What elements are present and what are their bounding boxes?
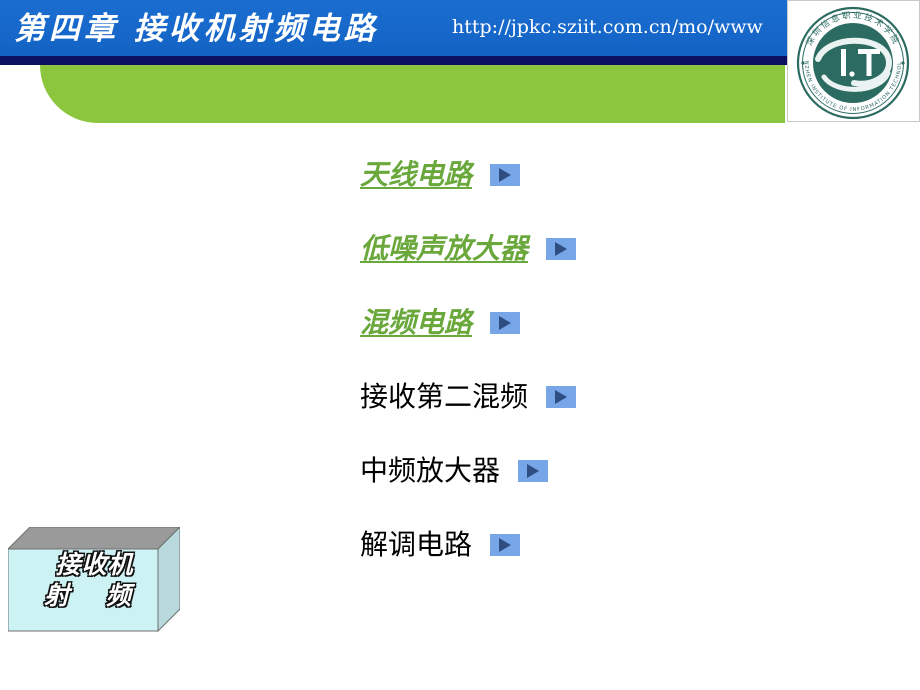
menu-item-second-mixer[interactable]: 接收第二混频 — [360, 360, 780, 434]
play-icon[interactable] — [546, 238, 577, 260]
menu-item-label[interactable]: 中频放大器 — [360, 456, 500, 486]
play-icon[interactable] — [490, 534, 521, 556]
sziit-seal-icon: 深圳信息职业技术学院 SHENZHEN INSTITUTE OF INFORMA… — [788, 1, 910, 120]
menu-item-if-amplifier[interactable]: 中频放大器 — [360, 434, 780, 508]
menu-item-label[interactable]: 混频电路 — [360, 308, 472, 338]
play-icon[interactable] — [490, 164, 521, 186]
play-icon[interactable] — [518, 460, 549, 482]
header-rule — [0, 56, 920, 65]
menu-item-label[interactable]: 接收第二混频 — [360, 382, 528, 412]
play-icon[interactable] — [546, 386, 577, 408]
institution-logo: 深圳信息职业技术学院 SHENZHEN INSTITUTE OF INFORMA… — [787, 0, 920, 122]
menu-item-antenna-circuit[interactable]: 天线电路 — [360, 138, 780, 212]
cube-shape-icon — [8, 527, 180, 632]
course-site-url: http://jpkc.sziit.com.cn/mo/www — [452, 16, 763, 38]
green-banner — [40, 65, 785, 123]
slide-canvas: 第四章 接收机射频电路 http://jpkc.sziit.com.cn/mo/… — [0, 0, 920, 690]
menu-item-label[interactable]: 低噪声放大器 — [360, 234, 528, 264]
menu-item-demodulator-circuit[interactable]: 解调电路 — [360, 508, 780, 582]
page-title: 第四章 接收机射频电路 — [14, 11, 379, 47]
menu-item-low-noise-amplifier[interactable]: 低噪声放大器 — [360, 212, 780, 286]
menu-item-label[interactable]: 解调电路 — [360, 530, 472, 560]
receiver-rf-block-graphic: 接收机 射 频 — [8, 527, 180, 632]
play-icon[interactable] — [490, 312, 521, 334]
chapter-section-menu: 天线电路 低噪声放大器 混频电路 接收第二混频 中频放大器 解调电路 — [360, 138, 780, 582]
menu-item-mixer-circuit[interactable]: 混频电路 — [360, 286, 780, 360]
menu-item-label[interactable]: 天线电路 — [360, 160, 472, 190]
